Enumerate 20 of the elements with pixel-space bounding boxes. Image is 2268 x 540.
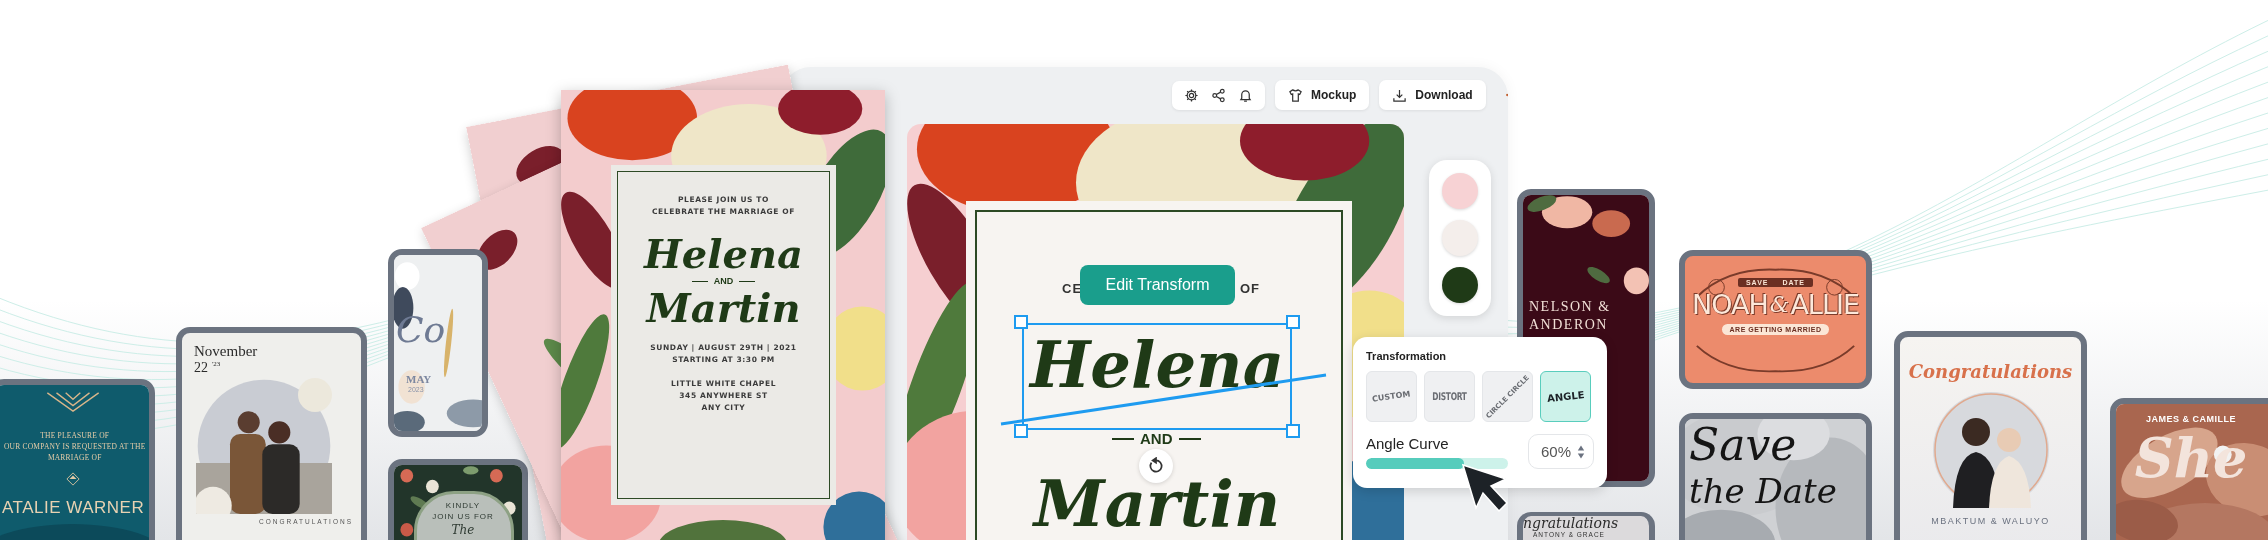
card-name: ATALIE WARNER (1, 498, 145, 518)
card-day: 22 (194, 360, 208, 376)
card-name: ALLIE (1790, 289, 1859, 320)
card-name: NOAH (1692, 289, 1768, 320)
card-text: ANDERON (1529, 317, 1609, 333)
card-month: November (194, 343, 259, 360)
script-title: the Date (1689, 471, 1838, 511)
invitation-name: Martin (1031, 472, 1282, 536)
card-text: NELSON & (1529, 299, 1612, 315)
invitation-text: CE (1062, 281, 1083, 296)
card-names: MBAKTUM & WALUYO (1931, 516, 2050, 526)
script-title: She (2134, 426, 2248, 490)
slider-label: Angle Curve (1366, 434, 1450, 452)
invitation-text: OF (1240, 281, 1261, 296)
card-name: & (1769, 292, 1789, 317)
script-title: Congratulations (1908, 361, 2073, 382)
panel-title: Transformation (1366, 350, 1448, 362)
script-title: Save (1689, 419, 1798, 471)
card-names: JAMES & CAMILLE (2146, 414, 2236, 424)
script-title: ngratulations (1523, 516, 1620, 531)
